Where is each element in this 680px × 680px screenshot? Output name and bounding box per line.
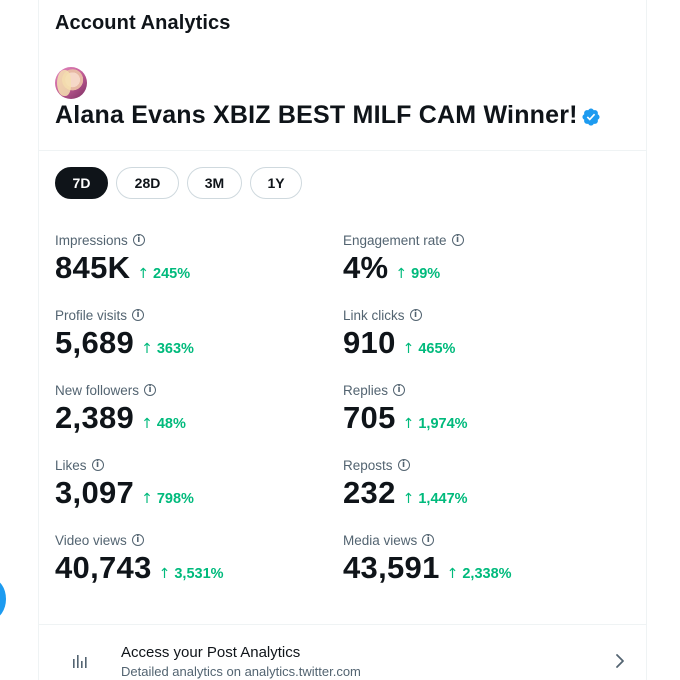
account-name-text: Alana Evans XBIZ BEST MILF CAM Winner!	[55, 101, 578, 129]
metric-new-followers: New followers i 2,389 ↑ 48%	[55, 382, 186, 435]
post-analytics-title: Access your Post Analytics	[121, 644, 301, 661]
time-range-tabs: 7D 28D 3M 1Y	[55, 167, 302, 199]
metric-value: 2,389	[55, 400, 135, 435]
metric-value: 40,743	[55, 550, 152, 585]
metric-change: ↑ 48%	[141, 416, 186, 432]
metric-change-value: 3,531%	[174, 566, 224, 582]
info-icon[interactable]: i	[132, 309, 145, 321]
arrow-up-icon: ↑	[137, 266, 150, 282]
metric-label: New followers	[55, 382, 140, 398]
post-analytics-subtitle: Detailed analytics on analytics.twitter.…	[121, 664, 361, 679]
arrow-up-icon: ↑	[402, 416, 415, 432]
metric-change-value: 99%	[411, 266, 441, 282]
arrow-up-icon: ↑	[158, 566, 171, 582]
metric-change-value: 1,447%	[418, 491, 468, 507]
metric-label: Link clicks	[343, 307, 405, 323]
arrow-up-icon: ↑	[141, 491, 153, 507]
info-icon[interactable]: i	[422, 534, 435, 546]
metric-change-value: 798%	[156, 491, 194, 507]
metric-likes: Likes i 3,097 ↑ 798%	[55, 457, 194, 510]
tab-7d[interactable]: 7D	[55, 167, 108, 199]
verified-badge-icon	[582, 107, 600, 126]
metric-change: ↑ 3,531%	[159, 566, 224, 582]
metric-value: 4%	[343, 250, 389, 285]
metric-impressions: Impressions i 845K ↑ 245%	[55, 232, 190, 285]
metric-label: Profile visits	[55, 307, 128, 323]
arrow-up-icon: ↑	[395, 266, 408, 282]
account-name: Alana Evans XBIZ BEST MILF CAM Winner!	[55, 101, 601, 130]
arrow-up-icon: ↑	[446, 566, 459, 582]
tab-28d[interactable]: 28D	[116, 167, 179, 199]
metric-label: Engagement rate	[343, 232, 447, 248]
arrow-up-icon: ↑	[402, 491, 415, 507]
metric-video-views: Video views i 40,743 ↑ 3,531%	[55, 532, 224, 585]
chevron-right-icon	[616, 654, 624, 668]
metric-change: ↑ 465%	[403, 341, 456, 357]
metric-change-value: 48%	[156, 416, 186, 432]
metric-value: 232	[343, 475, 396, 510]
metric-label: Video views	[55, 532, 127, 548]
metric-change-value: 363%	[156, 341, 194, 357]
metric-value: 705	[343, 400, 396, 435]
metric-label: Likes	[55, 457, 87, 473]
metric-label: Media views	[343, 532, 418, 548]
analytics-panel: Account Analytics Alana Evans XBIZ BEST …	[38, 0, 647, 680]
bar-chart-icon	[73, 655, 87, 668]
metric-engagement-rate: Engagement rate i 4% ↑ 99%	[343, 232, 464, 285]
metric-change: ↑ 2,338%	[447, 566, 512, 582]
info-icon[interactable]: i	[397, 459, 410, 471]
divider	[39, 150, 646, 151]
info-icon[interactable]: i	[393, 384, 406, 396]
info-icon[interactable]: i	[132, 234, 145, 246]
metric-change: ↑ 99%	[395, 266, 440, 282]
metric-change-value: 465%	[418, 341, 456, 357]
metric-change: ↑ 1,974%	[403, 416, 468, 432]
metric-replies: Replies i 705 ↑ 1,974%	[343, 382, 468, 435]
tab-1y[interactable]: 1Y	[250, 167, 302, 199]
avatar[interactable]	[55, 67, 87, 99]
metric-change-value: 245%	[153, 266, 191, 282]
info-icon[interactable]: i	[91, 459, 104, 471]
compose-button[interactable]	[0, 579, 6, 619]
metric-media-views: Media views i 43,591 ↑ 2,338%	[343, 532, 512, 585]
page-title: Account Analytics	[55, 12, 231, 34]
metric-link-clicks: Link clicks i 910 ↑ 465%	[343, 307, 455, 360]
info-icon[interactable]: i	[409, 309, 422, 321]
arrow-up-icon: ↑	[141, 341, 153, 357]
tab-3m[interactable]: 3M	[187, 167, 242, 199]
info-icon[interactable]: i	[451, 234, 464, 246]
metric-label: Replies	[343, 382, 389, 398]
metric-change: ↑ 798%	[141, 491, 194, 507]
metric-profile-visits: Profile visits i 5,689 ↑ 363%	[55, 307, 194, 360]
metric-reposts: Reposts i 232 ↑ 1,447%	[343, 457, 468, 510]
metric-label: Reposts	[343, 457, 393, 473]
metric-value: 43,591	[343, 550, 440, 585]
info-icon[interactable]: i	[131, 534, 144, 546]
metric-value: 5,689	[55, 325, 135, 360]
metric-change: ↑ 245%	[137, 266, 190, 282]
metric-value: 845K	[55, 250, 131, 285]
metric-change-value: 2,338%	[462, 566, 512, 582]
arrow-up-icon: ↑	[402, 341, 415, 357]
metric-change: ↑ 1,447%	[403, 491, 468, 507]
metric-value: 910	[343, 325, 396, 360]
post-analytics-link[interactable]: Access your Post Analytics Detailed anal…	[39, 625, 646, 680]
info-icon[interactable]: i	[144, 384, 157, 396]
metric-change-value: 1,974%	[418, 416, 468, 432]
metric-value: 3,097	[55, 475, 135, 510]
arrow-up-icon: ↑	[141, 416, 153, 432]
metric-change: ↑ 363%	[141, 341, 194, 357]
metric-label: Impressions	[55, 232, 128, 248]
